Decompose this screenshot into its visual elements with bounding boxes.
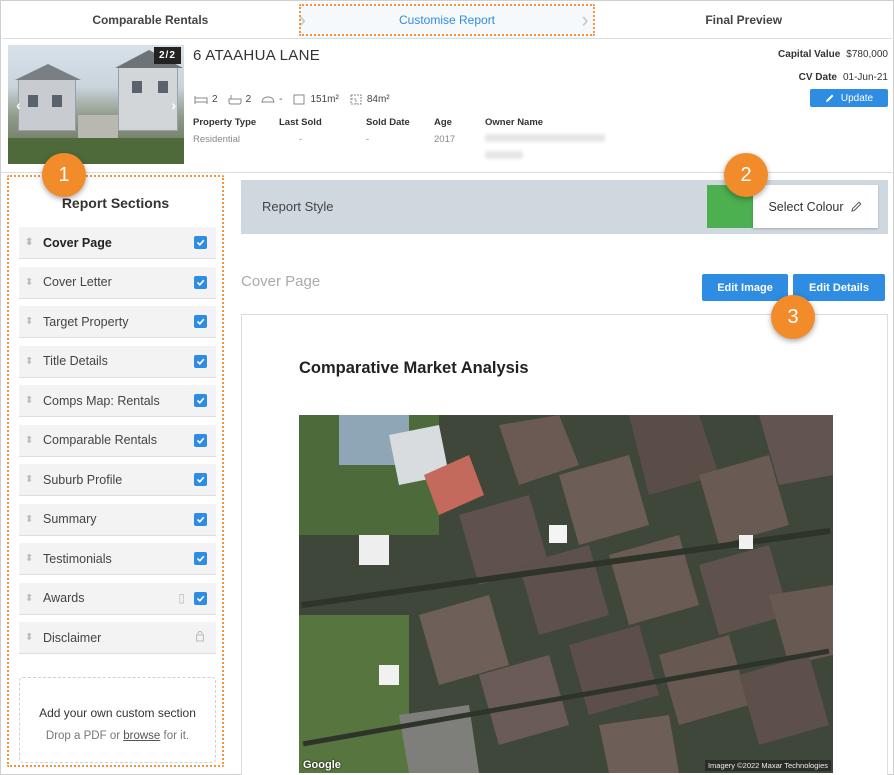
section-label: Awards	[43, 591, 85, 605]
drag-handle-icon[interactable]: ⬍	[25, 632, 33, 643]
section-checkbox[interactable]	[194, 354, 207, 368]
section-label: Cover Letter	[43, 275, 112, 289]
step-highlight	[298, 4, 596, 36]
report-stepper: Comparable Rentals › Customise Report › …	[2, 2, 892, 39]
section-checkbox[interactable]	[194, 394, 207, 407]
section-item[interactable]: ⬍ Comps Map: Rentals	[19, 385, 216, 417]
section-item[interactable]: ⬍ Awards ▯	[19, 582, 216, 615]
sidebar-title: Report Sections	[61, 195, 170, 211]
cover-heading: Comparative Market Analysis	[299, 359, 529, 377]
property-features: 2 2 - 151m² 84m²	[194, 94, 390, 105]
property-photo: ‹ › 2/2	[8, 45, 184, 164]
select-colour-button[interactable]: Select Colour	[753, 185, 878, 228]
section-item[interactable]: ⬍ Title Details	[19, 345, 216, 378]
app-frame: Comparable Rentals › Customise Report › …	[0, 0, 894, 775]
cover-page-title: Cover Page	[241, 273, 321, 290]
floor-area-icon	[293, 94, 305, 105]
section-item[interactable]: ⬍ Cover Letter	[19, 266, 216, 299]
report-sections-sidebar: Report Sections ⬍ Cover Page ⬍ Cover Letter…	[7, 175, 224, 767]
section-label: Title Details	[43, 354, 108, 368]
google-logo: Google	[303, 759, 341, 771]
pencil-icon	[825, 94, 834, 102]
edit-details-button[interactable]: Edit Details	[793, 274, 885, 301]
land-area: 84m²	[349, 94, 390, 105]
bathrooms: 2	[228, 94, 251, 105]
callout-badge-1: 1	[42, 153, 86, 197]
drag-handle-icon[interactable]: ⬍	[25, 395, 33, 406]
section-label: Target Property	[43, 314, 129, 329]
custom-section-dropzone[interactable]: Add your own custom section Drop a PDF o…	[19, 677, 216, 763]
section-item[interactable]: ⬍ Target Property	[19, 306, 216, 338]
section-label: Comps Map: Rentals	[43, 393, 160, 408]
step-label: Comparable Rentals	[92, 13, 209, 27]
browse-link[interactable]: browse	[123, 730, 160, 742]
drag-handle-icon[interactable]: ⬍	[25, 277, 33, 288]
section-checkbox[interactable]	[194, 473, 207, 486]
report-style-bar: Report Style Select Colour	[241, 180, 888, 234]
drag-handle-icon[interactable]: ⬍	[25, 514, 33, 525]
section-label: Cover Page	[43, 235, 112, 250]
trash-icon[interactable]: ▯	[178, 591, 185, 605]
section-label: Testimonials	[43, 551, 112, 566]
section-item[interactable]: ⬍ Cover Page	[19, 227, 216, 259]
property-header: ‹ › 2/2 6 ATAAHUA LANE 2 2 - 151m² 84m² …	[8, 45, 888, 165]
photo-prev-icon[interactable]: ‹	[16, 97, 21, 113]
section-item[interactable]: ⬍ Summary	[19, 503, 216, 536]
car-spaces: -	[261, 94, 282, 105]
section-label: Suburb Profile	[43, 472, 123, 487]
aerial-photo	[299, 415, 833, 773]
land-area-icon	[350, 94, 362, 105]
section-checkbox[interactable]	[194, 236, 207, 249]
section-checkbox[interactable]	[194, 433, 207, 447]
section-item[interactable]: ⬍ Testimonials	[19, 543, 216, 575]
drag-handle-icon[interactable]: ⬍	[25, 356, 33, 367]
section-checkbox[interactable]	[194, 512, 207, 526]
section-checkbox[interactable]	[194, 315, 207, 328]
callout-badge-3: 3	[771, 295, 815, 339]
drag-handle-icon[interactable]: ⬍	[25, 435, 33, 446]
edit-image-button[interactable]: Edit Image	[702, 274, 788, 301]
drag-handle-icon[interactable]: ⬍	[25, 474, 33, 485]
section-checkbox[interactable]	[194, 552, 207, 565]
section-item[interactable]: ⬍ Disclaimer	[19, 622, 216, 654]
cover-preview: Comparative Market Analysis Google Image…	[241, 314, 888, 775]
drag-handle-icon[interactable]: ⬍	[25, 593, 33, 604]
step-customise-report[interactable]: › Customise Report ›	[298, 2, 596, 38]
aerial-map-image: Google Imagery ©2022 Maxar Technologies	[299, 415, 833, 773]
property-address: 6 ATAAHUA LANE	[193, 47, 321, 64]
photo-counter: 2/2	[154, 47, 181, 64]
section-item[interactable]: ⬍ Suburb Profile	[19, 464, 216, 496]
step-label: Final Preview	[705, 13, 783, 27]
step-final-preview[interactable]: Final Preview	[595, 2, 892, 38]
callout-badge-2: 2	[724, 153, 768, 197]
imagery-credit: Imagery ©2022 Maxar Technologies	[704, 760, 831, 771]
bath-icon	[228, 95, 242, 105]
step-comparable-rentals[interactable]: Comparable Rentals	[2, 2, 299, 38]
section-label: Summary	[43, 512, 97, 526]
owner-name-redacted	[485, 128, 605, 162]
lock-icon	[195, 630, 205, 645]
car-icon	[261, 96, 275, 103]
update-button[interactable]: Update	[810, 89, 888, 107]
drag-handle-icon[interactable]: ⬍	[25, 553, 33, 564]
section-checkbox[interactable]	[194, 275, 207, 289]
drag-handle-icon[interactable]: ⬍	[25, 316, 33, 327]
photo-next-icon[interactable]: ›	[171, 97, 176, 113]
drag-handle-icon[interactable]: ⬍	[25, 237, 33, 248]
section-item[interactable]: ⬍ Comparable Rentals	[19, 424, 216, 457]
section-checkbox[interactable]	[194, 591, 207, 605]
section-label: Disclaimer	[43, 630, 102, 645]
floor-area: 151m²	[292, 94, 339, 105]
bed-icon	[194, 96, 208, 104]
section-label: Comparable Rentals	[43, 433, 157, 447]
pencil-icon	[850, 201, 862, 212]
bedrooms: 2	[194, 94, 218, 105]
